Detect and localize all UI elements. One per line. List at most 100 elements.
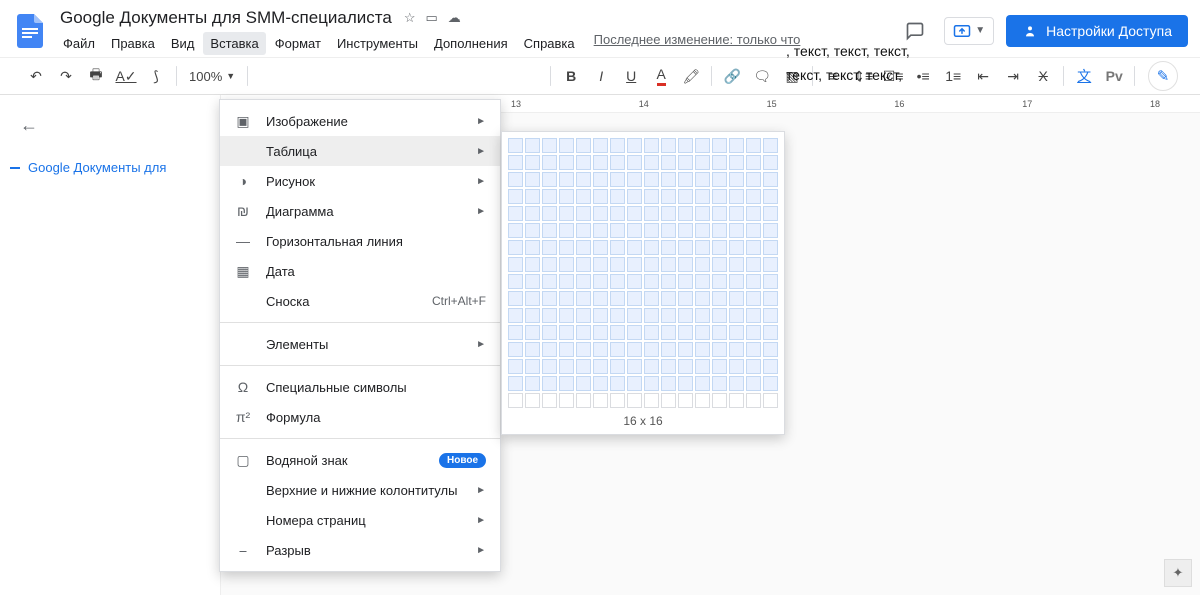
table-picker-cell[interactable]: [593, 172, 608, 187]
table-picker-cell[interactable]: [644, 206, 659, 221]
table-picker-cell[interactable]: [576, 291, 591, 306]
table-picker-cell[interactable]: [695, 393, 710, 408]
table-picker-cell[interactable]: [763, 240, 778, 255]
redo-icon[interactable]: ↷: [52, 62, 80, 90]
table-picker-cell[interactable]: [525, 155, 540, 170]
table-picker-cell[interactable]: [610, 138, 625, 153]
table-picker-cell[interactable]: [695, 274, 710, 289]
table-picker-cell[interactable]: [678, 359, 693, 374]
table-picker-cell[interactable]: [678, 308, 693, 323]
table-picker-cell[interactable]: [763, 155, 778, 170]
zoom-select[interactable]: 100%▼: [183, 69, 241, 84]
table-picker-cell[interactable]: [627, 393, 642, 408]
table-picker-cell[interactable]: [712, 325, 727, 340]
table-picker-cell[interactable]: [661, 342, 676, 357]
table-picker-cell[interactable]: [525, 172, 540, 187]
table-picker-cell[interactable]: [729, 206, 744, 221]
table-picker-cell[interactable]: [712, 206, 727, 221]
add-comment-icon[interactable]: 🗨: [748, 62, 776, 90]
table-picker-cell[interactable]: [627, 206, 642, 221]
table-picker-cell[interactable]: [576, 376, 591, 391]
table-picker-cell[interactable]: [729, 376, 744, 391]
table-picker-cell[interactable]: [763, 172, 778, 187]
table-picker-cell[interactable]: [559, 342, 574, 357]
table-picker-cell[interactable]: [695, 376, 710, 391]
table-picker-cell[interactable]: [661, 376, 676, 391]
table-picker-cell[interactable]: [525, 308, 540, 323]
decrease-indent-icon[interactable]: ⇤: [969, 62, 997, 90]
table-picker-cell[interactable]: [746, 325, 761, 340]
table-picker-cell[interactable]: [627, 240, 642, 255]
dd-pagenum[interactable]: Номера страниц►: [220, 505, 500, 535]
table-picker-cell[interactable]: [525, 274, 540, 289]
menu-format[interactable]: Формат: [268, 32, 328, 55]
table-picker-cell[interactable]: [746, 393, 761, 408]
table-picker-cell[interactable]: [661, 240, 676, 255]
table-picker-cell[interactable]: [695, 291, 710, 306]
table-picker-cell[interactable]: [508, 138, 523, 153]
dd-break[interactable]: ⎯Разрыв►: [220, 535, 500, 565]
editing-mode-icon[interactable]: ✎: [1148, 61, 1178, 91]
table-picker-cell[interactable]: [508, 155, 523, 170]
menu-view[interactable]: Вид: [164, 32, 202, 55]
table-picker-cell[interactable]: [712, 189, 727, 204]
table-picker-cell[interactable]: [644, 291, 659, 306]
paint-format-icon[interactable]: ⟆: [142, 62, 170, 90]
table-picker-cell[interactable]: [644, 308, 659, 323]
highlight-icon[interactable]: 🖍: [677, 62, 705, 90]
table-picker-cell[interactable]: [763, 342, 778, 357]
table-picker-cell[interactable]: [627, 138, 642, 153]
table-picker-cell[interactable]: [678, 393, 693, 408]
table-picker-cell[interactable]: [661, 274, 676, 289]
bold-icon[interactable]: B: [557, 62, 585, 90]
table-picker-cell[interactable]: [763, 257, 778, 272]
table-picker-cell[interactable]: [610, 240, 625, 255]
table-picker-cell[interactable]: [508, 342, 523, 357]
docs-logo[interactable]: [12, 13, 48, 49]
table-picker-cell[interactable]: [661, 257, 676, 272]
table-picker-cell[interactable]: [644, 393, 659, 408]
table-picker-cell[interactable]: [542, 308, 557, 323]
table-picker-cell[interactable]: [763, 206, 778, 221]
present-button[interactable]: ▼: [944, 17, 994, 45]
table-picker-cell[interactable]: [763, 393, 778, 408]
table-picker-cell[interactable]: [712, 240, 727, 255]
table-picker-cell[interactable]: [610, 172, 625, 187]
table-picker-cell[interactable]: [746, 138, 761, 153]
table-picker-cell[interactable]: [746, 291, 761, 306]
table-picker-cell[interactable]: [610, 223, 625, 238]
dd-equation[interactable]: π²Формула: [220, 402, 500, 432]
dd-special[interactable]: ΩСпециальные символы: [220, 372, 500, 402]
table-picker-cell[interactable]: [695, 325, 710, 340]
input-tools-icon[interactable]: 文: [1070, 62, 1098, 90]
menu-file[interactable]: Файл: [56, 32, 102, 55]
table-picker-cell[interactable]: [678, 189, 693, 204]
table-picker-cell[interactable]: [508, 206, 523, 221]
table-picker-cell[interactable]: [559, 189, 574, 204]
table-picker-cell[interactable]: [627, 359, 642, 374]
menu-insert[interactable]: Вставка: [203, 32, 265, 55]
table-picker-cell[interactable]: [542, 223, 557, 238]
table-picker-cell[interactable]: [593, 376, 608, 391]
table-picker-cell[interactable]: [508, 393, 523, 408]
table-picker-cell[interactable]: [746, 257, 761, 272]
table-picker-cell[interactable]: [678, 138, 693, 153]
table-picker-cell[interactable]: [746, 342, 761, 357]
table-picker-cell[interactable]: [695, 342, 710, 357]
table-picker-cell[interactable]: [729, 291, 744, 306]
table-picker-cell[interactable]: [644, 325, 659, 340]
table-picker-cell[interactable]: [746, 223, 761, 238]
table-picker-cell[interactable]: [746, 359, 761, 374]
table-picker-cell[interactable]: [661, 155, 676, 170]
cloud-status-icon[interactable]: ☁: [448, 10, 461, 26]
table-picker-cell[interactable]: [542, 291, 557, 306]
table-picker-cell[interactable]: [661, 138, 676, 153]
table-picker-cell[interactable]: [525, 393, 540, 408]
page-body-text[interactable]: , текст, текст, текст, текст, текст, тек…: [786, 40, 910, 88]
table-picker-cell[interactable]: [610, 155, 625, 170]
table-picker-cell[interactable]: [627, 172, 642, 187]
table-picker-cell[interactable]: [508, 325, 523, 340]
last-edit-link[interactable]: Последнее изменение: только что: [594, 32, 801, 55]
table-picker-cell[interactable]: [627, 308, 642, 323]
table-picker-cell[interactable]: [678, 223, 693, 238]
